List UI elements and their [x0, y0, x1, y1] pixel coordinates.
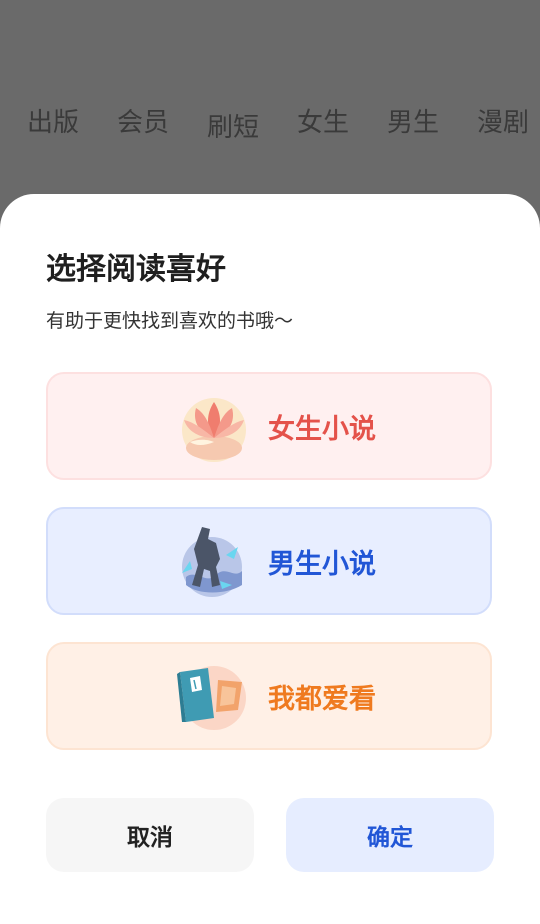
dialog-subtitle: 有助于更快找到喜欢的书哦～	[46, 310, 294, 332]
option-male-novel[interactable]: 男生小说	[46, 507, 492, 615]
book-icon	[177, 666, 246, 730]
option-female-label: 女生小说	[268, 413, 376, 445]
tab-member[interactable]: 会员	[117, 102, 169, 139]
warrior-icon	[182, 527, 242, 597]
tab-male[interactable]: 男生	[387, 102, 439, 139]
tab-publish[interactable]: 出版	[27, 102, 79, 139]
option-all-novels[interactable]: 我都爱看	[46, 642, 492, 750]
option-male-label: 男生小说	[268, 548, 376, 580]
tab-comic-drama[interactable]: 漫剧	[477, 102, 529, 139]
cancel-button[interactable]: 取消	[46, 798, 254, 872]
confirm-button[interactable]: 确定	[286, 798, 494, 872]
tab-female[interactable]: 女生	[297, 102, 349, 139]
option-female-novel[interactable]: 女生小说	[46, 372, 492, 480]
dialog-title: 选择阅读喜好	[46, 252, 226, 287]
option-all-label: 我都爱看	[268, 683, 376, 715]
top-tab-bar: 出版 会员 刷短 女生 男生 漫剧	[0, 0, 540, 194]
lotus-icon	[182, 398, 246, 462]
preference-dialog: 选择阅读喜好 有助于更快找到喜欢的书哦～ 女生小说 男生小说 我都爱看 取消 确…	[0, 194, 540, 924]
tab-short[interactable]: 刷短	[207, 107, 259, 144]
